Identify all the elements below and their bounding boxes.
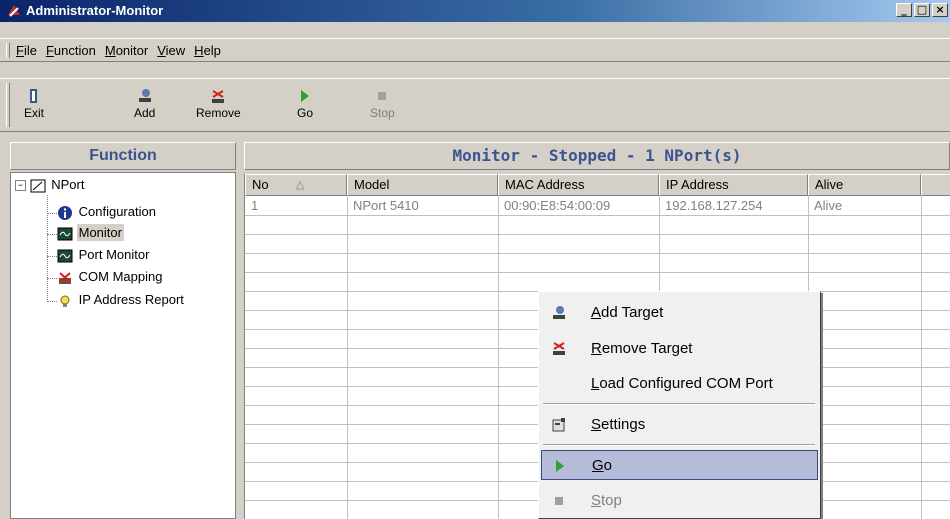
close-button[interactable]: × — [932, 3, 948, 17]
menu-file[interactable]: File — [16, 43, 37, 58]
exit-label: Exit — [24, 106, 45, 120]
tree-item-label: Configuration — [78, 204, 156, 219]
column-header-alive[interactable]: Alive — [808, 174, 921, 196]
grid-line — [245, 272, 950, 273]
tree-item-monitor[interactable]: Monitor — [57, 224, 124, 242]
menu-item-label: Go — [592, 457, 613, 474]
remove-target-icon — [212, 90, 225, 103]
lightbulb-icon — [60, 295, 70, 307]
toolbar-grip — [6, 83, 10, 127]
tree-item-label: Port Monitor — [78, 247, 150, 262]
cell-alive: Alive — [814, 198, 843, 213]
stop-icon — [555, 497, 563, 505]
grid-line — [245, 253, 950, 254]
menu-grip — [6, 43, 10, 58]
menu-bar: File Function Monitor View Help — [0, 38, 950, 62]
column-header-no[interactable]: No △ — [245, 174, 347, 196]
tree-branch — [47, 234, 57, 235]
collapse-icon[interactable]: − — [15, 180, 26, 192]
monitor-icon — [57, 227, 73, 241]
remove-button[interactable]: Remove — [196, 87, 241, 120]
grid-line — [245, 215, 950, 216]
app-icon — [8, 5, 20, 17]
menu-help[interactable]: Help — [194, 43, 221, 58]
tree-item-configuration[interactable]: Configuration — [57, 204, 158, 221]
info-icon — [58, 205, 72, 220]
tree-item-label: IP Address Report — [78, 292, 184, 307]
menu-separator — [543, 444, 815, 446]
cell-no: 1 — [251, 198, 259, 213]
cell-ip: 192.168.127.254 — [665, 198, 763, 213]
tree-item-com-mapping[interactable]: COM Mapping — [57, 269, 164, 286]
go-icon — [556, 460, 564, 472]
exit-button[interactable]: Exit — [24, 87, 44, 120]
grid-line — [921, 196, 922, 519]
menu-monitor[interactable]: Monitor — [105, 43, 148, 58]
column-header-spacer — [921, 174, 950, 196]
go-icon — [301, 90, 309, 102]
settings-icon — [552, 418, 565, 432]
tree-connector — [47, 195, 48, 302]
tree-branch — [47, 301, 57, 302]
menu-item-label: Stop — [591, 492, 622, 509]
remove-label: Remove — [196, 106, 241, 120]
tree-root-label: NPort — [51, 177, 85, 192]
add-label: Add — [134, 106, 156, 120]
menu-item-label: Add Target — [591, 304, 664, 321]
menu-function[interactable]: Function — [46, 43, 96, 58]
menu-item-label: Settings — [591, 416, 646, 433]
port-monitor-icon — [57, 249, 73, 263]
sort-ascending-icon: △ — [296, 179, 305, 191]
tree-item-ip-address-report[interactable]: IP Address Report — [57, 292, 186, 309]
tree-item-label: Monitor — [76, 224, 124, 241]
add-target-icon — [138, 89, 151, 102]
monitor-status-header: Monitor - Stopped - 1 NPort(s) — [244, 142, 950, 170]
add-target-icon — [553, 306, 565, 319]
column-label: No — [252, 177, 269, 192]
toolbar: Exit Add Remove Go Stop — [0, 78, 950, 132]
tree-item-port-monitor[interactable]: Port Monitor — [57, 247, 151, 264]
com-mapping-icon — [59, 271, 71, 284]
menu-item-go[interactable]: Go — [541, 450, 818, 480]
cell-model: NPort 5410 — [353, 198, 419, 213]
menu-item-load-configured-com-port[interactable]: Load Configured COM Port — [541, 369, 818, 399]
stop-button[interactable]: Stop — [370, 87, 395, 120]
function-panel-header: Function — [10, 142, 236, 170]
tree-branch — [47, 213, 57, 214]
window-title: Administrator-Monitor — [26, 3, 164, 18]
title-bar: Administrator-Monitor _ □ × — [0, 0, 950, 22]
tree-root-nport[interactable]: − NPort — [15, 177, 86, 194]
menu-item-add-target[interactable]: Add Target — [541, 298, 818, 328]
grid-line — [498, 196, 499, 519]
menu-item-label: Load Configured COM Port — [591, 375, 773, 392]
stop-label: Stop — [370, 106, 395, 120]
tree-branch — [47, 256, 57, 257]
context-menu: Add Target Remove Target Load Configured… — [538, 291, 821, 519]
menu-item-remove-target[interactable]: Remove Target — [541, 334, 818, 364]
grid-line — [347, 196, 348, 519]
menu-view[interactable]: View — [157, 43, 185, 58]
column-header-model[interactable]: Model — [347, 174, 498, 196]
column-header-ip[interactable]: IP Address — [659, 174, 808, 196]
go-label: Go — [296, 106, 313, 120]
tree-branch — [47, 278, 57, 279]
tree-item-label: COM Mapping — [78, 269, 163, 284]
menu-item-label: Remove Target — [591, 340, 693, 357]
maximize-button[interactable]: □ — [914, 3, 930, 17]
add-button[interactable]: Add — [134, 87, 155, 120]
column-header-mac[interactable]: MAC Address — [498, 174, 659, 196]
cell-mac: 00:90:E8:54:00:09 — [504, 198, 611, 213]
menu-item-stop[interactable]: Stop — [541, 486, 818, 516]
grid-line — [245, 234, 950, 235]
remove-target-icon — [553, 342, 565, 355]
stop-icon — [378, 92, 387, 100]
function-tree: − NPort Configuration Monitor Port Monit… — [10, 172, 236, 519]
menu-separator — [543, 403, 815, 405]
minimize-button[interactable]: _ — [896, 3, 912, 17]
nport-device-icon — [30, 179, 46, 193]
menu-item-settings[interactable]: Settings — [541, 410, 818, 440]
go-button[interactable]: Go — [296, 87, 314, 120]
exit-icon — [30, 89, 37, 103]
